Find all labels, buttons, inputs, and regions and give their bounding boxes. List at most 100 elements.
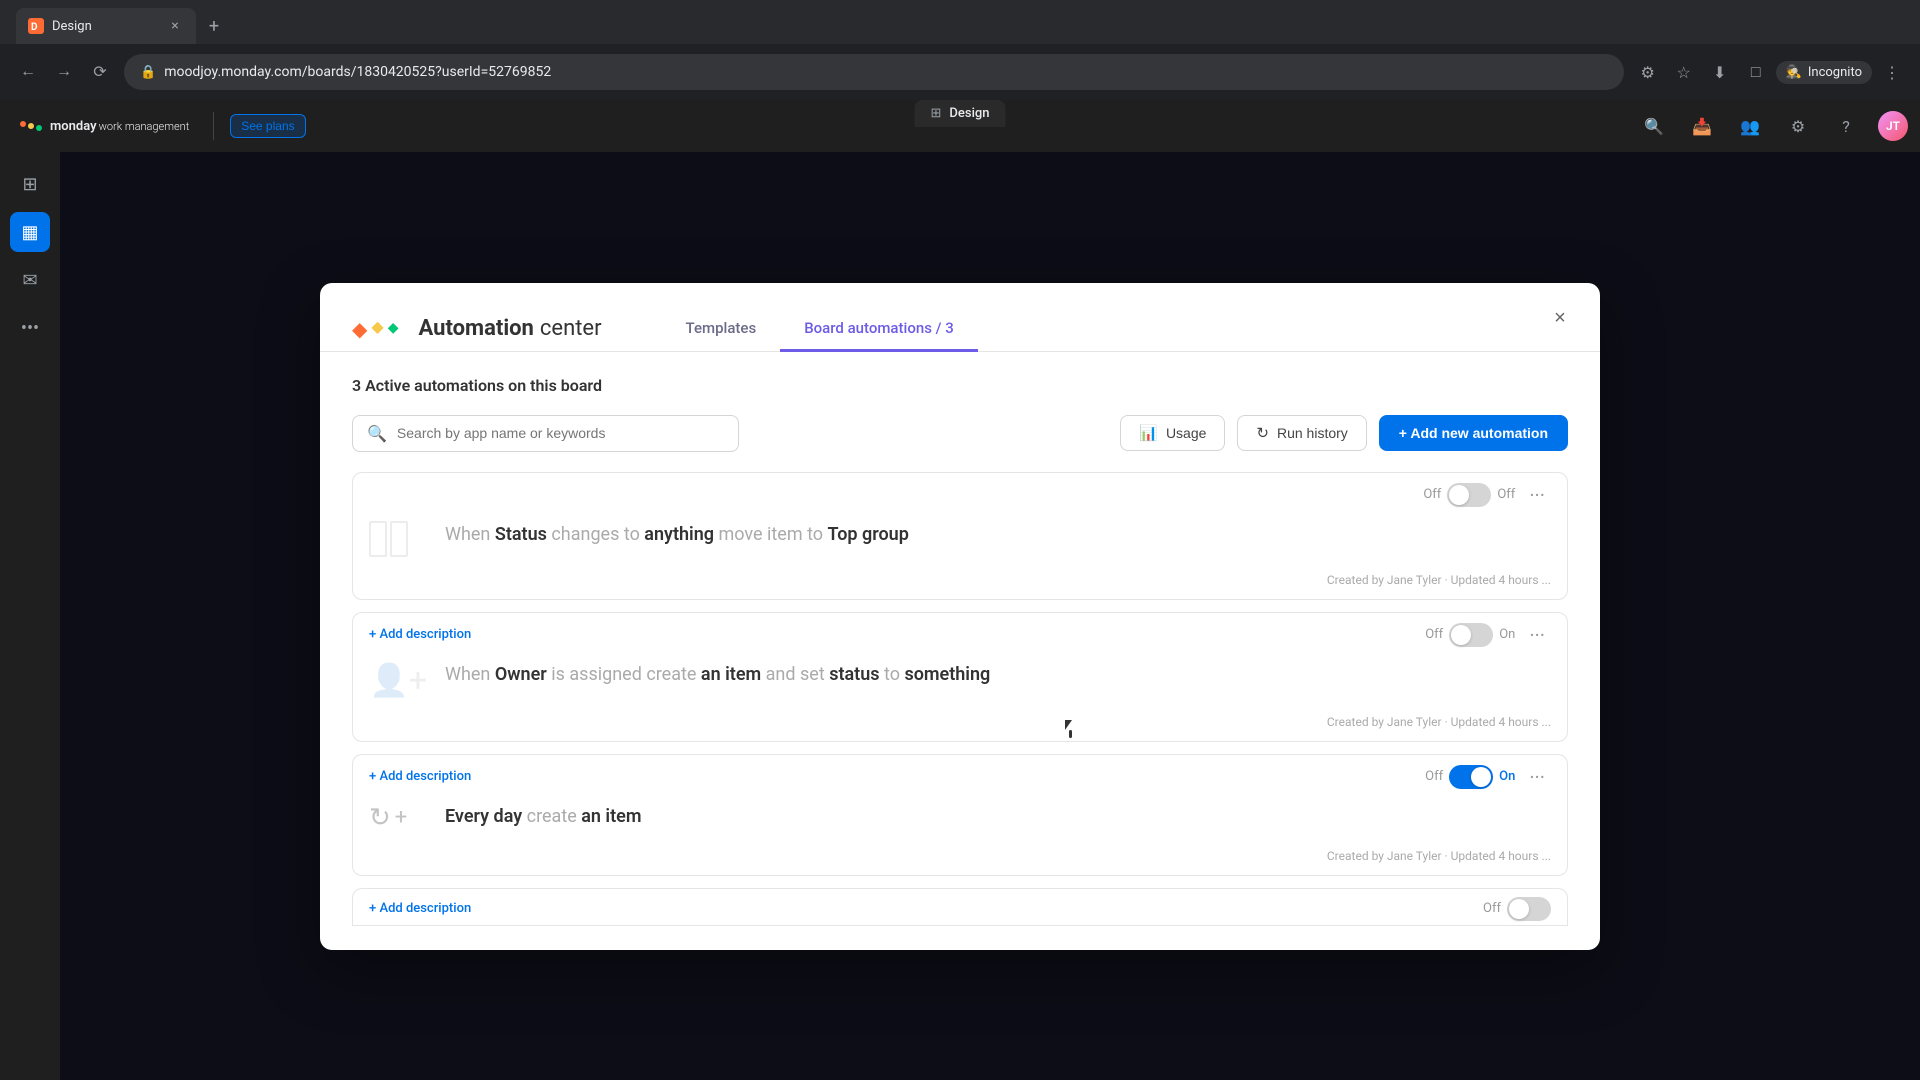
sidebar-home-icon[interactable]: ⊞ — [10, 164, 50, 204]
card-1-more-button[interactable]: ··· — [1523, 481, 1551, 509]
card-3-an-item: an item — [581, 806, 641, 827]
card-2-keyword-item: an item — [701, 664, 761, 685]
tab-board-automations[interactable]: Board automations / 3 — [780, 307, 978, 352]
automation-center-dialog: ◆ ◆ ◆ Automation center Templates Board … — [320, 283, 1600, 950]
app-sidebar: ⊞ ▦ ✉ ••• — [0, 152, 60, 1080]
browser-tab[interactable]: D Design × — [16, 8, 196, 44]
menu-icon[interactable]: ⋮ — [1876, 56, 1908, 88]
usage-button[interactable]: 📊 Usage — [1120, 415, 1225, 451]
tab-templates[interactable]: Templates — [662, 307, 781, 352]
incognito-badge: 🕵 Incognito — [1776, 61, 1872, 84]
add-automation-button[interactable]: + Add new automation — [1379, 415, 1568, 451]
card-3-toggle-area: Off On — [1425, 765, 1515, 789]
dialog-close-button[interactable]: × — [1544, 303, 1576, 335]
toggle-2-off-label: Off — [1425, 627, 1443, 642]
toggle-3-knob — [1471, 767, 1491, 787]
tab-bar: D Design × + — [0, 0, 1920, 44]
address-bar[interactable]: 🔒 moodjoy.monday.com/boards/1830420525?u… — [124, 54, 1624, 90]
run-history-button[interactable]: ↻ Run history — [1237, 415, 1366, 451]
dialog-header: ◆ ◆ ◆ Automation center Templates Board … — [320, 283, 1600, 352]
help-icon[interactable]: ? — [1830, 110, 1862, 142]
card-1-move: move item to — [719, 524, 828, 545]
search-box[interactable]: 🔍 — [352, 415, 739, 452]
run-history-icon: ↻ — [1256, 424, 1269, 442]
card-2-to: to — [884, 664, 904, 685]
dialog-title: Automation center — [418, 316, 601, 341]
card-1-keyword-top: Top group — [828, 524, 909, 545]
see-plans-button[interactable]: See plans — [230, 114, 305, 138]
card-2-more-button[interactable]: ··· — [1523, 621, 1551, 649]
partial-card-add-desc[interactable]: + Add description — [369, 901, 471, 916]
card-1-when: When — [445, 524, 495, 545]
table-col-1 — [369, 521, 387, 557]
people-icon[interactable]: 👥 — [1734, 110, 1766, 142]
download-icon[interactable]: ⬇ — [1704, 56, 1736, 88]
search-topbar-icon[interactable]: 🔍 — [1638, 110, 1670, 142]
inbox-icon[interactable]: 📥 — [1686, 110, 1718, 142]
clock-plus-icon: ↻ + — [369, 803, 407, 833]
partial-toggle-knob — [1509, 899, 1529, 919]
logo-dot-yellow — [28, 123, 34, 129]
sidebar-boards-icon[interactable]: ▦ — [10, 212, 50, 252]
sidebar-inbox-icon[interactable]: ✉ — [10, 260, 50, 300]
toggle-2-switch[interactable] — [1449, 623, 1493, 647]
card-2-text: When Owner is assigned create an item an… — [445, 661, 1551, 688]
card-3-icon: ↻ + — [369, 803, 429, 833]
logo-dot-green — [36, 125, 42, 131]
card-2-keyword-owner: Owner — [495, 664, 547, 685]
design-tab-pill[interactable]: ⊞ Design — [915, 100, 1006, 127]
dialog-body: 3 Active automations on this board 🔍 📊 U… — [320, 352, 1600, 950]
card-2-add-desc[interactable]: + Add description — [369, 627, 471, 642]
card-2-top-row: + Add description Off On ··· — [353, 613, 1567, 653]
card-1-text: When Status changes to anything move ite… — [445, 521, 1551, 548]
automation-toolbar: 🔍 📊 Usage ↻ Run history + Add new automa… — [352, 415, 1568, 452]
partial-card-top-row: + Add description Off — [353, 889, 1567, 925]
star-icon[interactable]: ☆ — [1668, 56, 1700, 88]
search-input[interactable] — [397, 425, 724, 441]
forward-button[interactable]: → — [48, 56, 80, 88]
monday-logo-dots — [20, 121, 42, 131]
toggle-1-on-label: Off — [1497, 487, 1515, 502]
automation-card-1: Off Off ··· — [352, 472, 1568, 600]
card-2-main: 👤+ When Owner is assigned create an item… — [353, 653, 1567, 711]
card-2-toggle-area: Off On — [1425, 623, 1515, 647]
toggle-1-off-label: Off — [1423, 487, 1441, 502]
table-icon — [369, 521, 408, 557]
card-3-create: create — [527, 806, 582, 827]
user-avatar[interactable]: JT — [1878, 111, 1908, 141]
tab-favicon: D — [28, 18, 44, 34]
toggle-1-knob — [1449, 485, 1469, 505]
toggle-1-switch[interactable] — [1447, 483, 1491, 507]
svg-text:D: D — [31, 22, 38, 33]
lock-icon: 🔒 — [140, 65, 156, 80]
new-tab-button[interactable]: + — [200, 12, 228, 40]
plus-icon: + — [395, 805, 407, 830]
logo-diamond-2: ◆ — [371, 317, 383, 336]
back-button[interactable]: ← — [12, 56, 44, 88]
automation-card-3: + Add description Off On ··· ↻ + — [352, 754, 1568, 876]
partial-toggle-switch[interactable] — [1507, 897, 1551, 921]
monday-logo: mondaywork management — [12, 115, 197, 138]
nav-controls: ← → ⟳ — [12, 56, 116, 88]
card-3-more-button[interactable]: ··· — [1523, 763, 1551, 791]
tab-close-button[interactable]: × — [166, 17, 184, 35]
design-tab-label: Design — [949, 106, 989, 121]
toggle-2-knob — [1451, 625, 1471, 645]
reload-button[interactable]: ⟳ — [84, 56, 116, 88]
sidebar-more-icon[interactable]: ••• — [10, 308, 50, 348]
automation-card-partial: + Add description Off — [352, 888, 1568, 926]
card-1-toggle-area: Off Off — [1423, 483, 1515, 507]
card-3-text: Every day create an item — [445, 803, 1551, 830]
card-2-when: When — [445, 664, 495, 685]
card-3-every-day: Every day — [445, 806, 522, 827]
card-1-keyword-anything: anything — [644, 524, 714, 545]
toggle-3-switch[interactable] — [1449, 765, 1493, 789]
incognito-icon: 🕵 — [1786, 65, 1802, 80]
profile-icon[interactable]: □ — [1740, 56, 1772, 88]
logo-diamond-1: ◆ — [352, 317, 367, 341]
apps-icon[interactable]: ⚙ — [1782, 110, 1814, 142]
card-3-add-desc[interactable]: + Add description — [369, 769, 471, 784]
tab-title: Design — [52, 19, 158, 34]
extensions-icon[interactable]: ⚙ — [1632, 56, 1664, 88]
toggle-2-on-label: On — [1499, 627, 1515, 642]
